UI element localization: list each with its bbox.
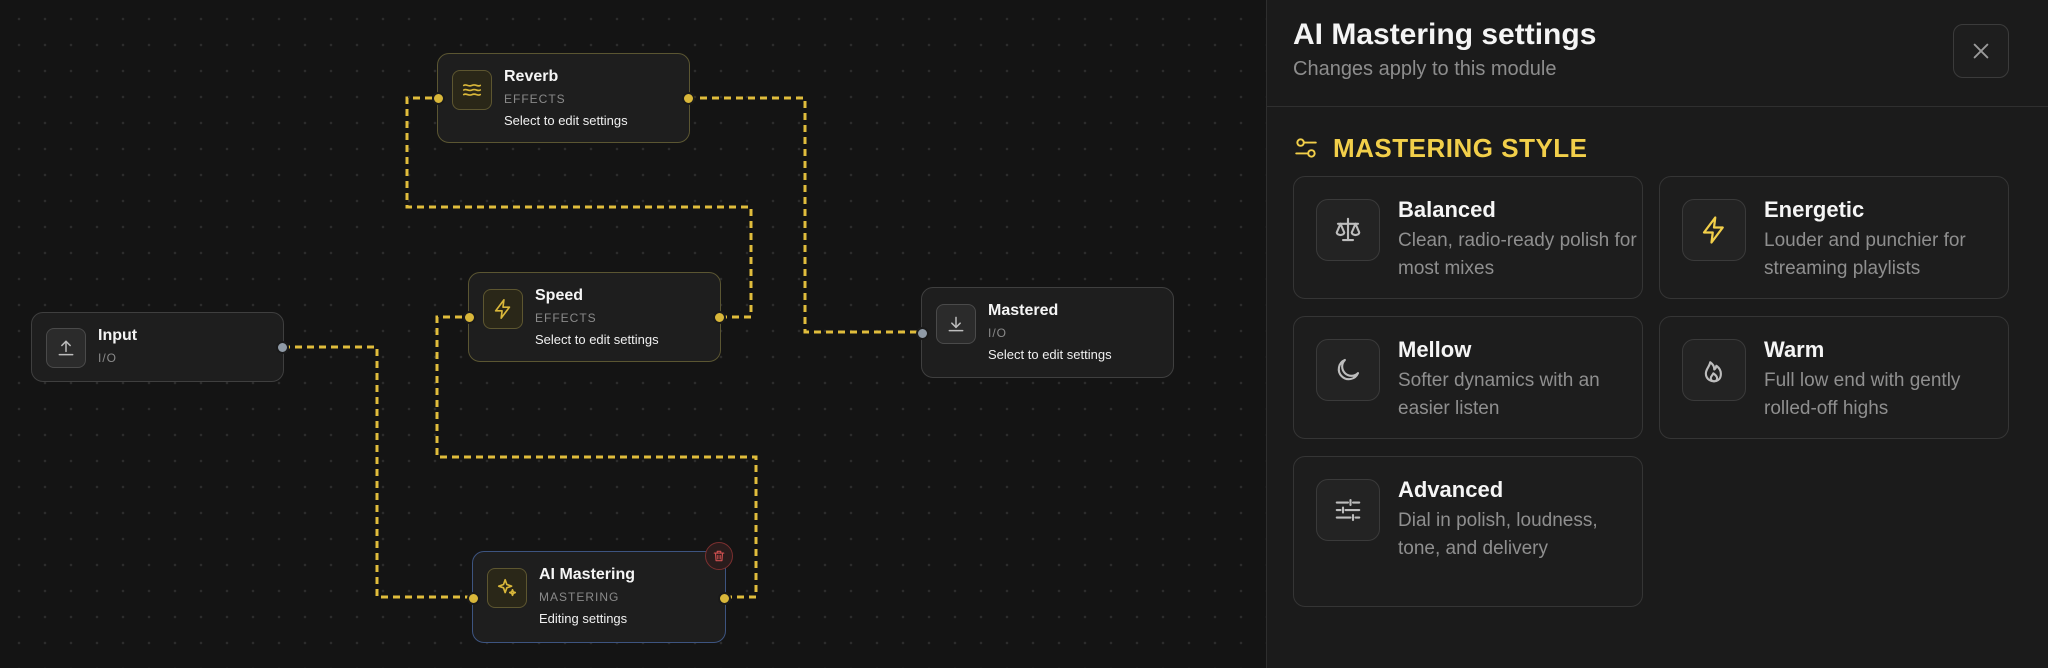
settings-panel: AI Mastering settings Changes apply to t… — [1266, 0, 2048, 668]
node-category: I/O — [98, 351, 118, 365]
style-description: Softer dynamics with an easier listen — [1398, 370, 1600, 419]
input-port[interactable] — [467, 592, 480, 605]
wire-reverb-to-mastered — [688, 96, 922, 334]
lightning-icon — [483, 289, 523, 329]
node-reverb[interactable]: Reverb EFFECTS Select to edit settings — [432, 53, 695, 143]
style-card-warm[interactable]: Warm Full low end with gently rolled-off… — [1659, 316, 2009, 439]
node-hint: Select to edit settings — [535, 332, 659, 347]
style-name: Advanced — [1398, 477, 1504, 502]
style-card-balanced[interactable]: Balanced Clean, radio-ready polish for m… — [1293, 176, 1643, 299]
node-title: Input — [98, 327, 138, 344]
node-ai-mastering[interactable]: AI Mastering MASTERING Editing settings — [467, 542, 733, 643]
delete-node-button[interactable] — [705, 542, 733, 570]
waves-icon — [452, 70, 492, 110]
section-title: MASTERING STYLE — [1333, 132, 1588, 163]
node-speed[interactable]: Speed EFFECTS Select to edit settings — [463, 272, 726, 362]
style-name: Mellow — [1398, 337, 1472, 362]
node-title: Mastered — [988, 302, 1059, 319]
flame-icon — [1682, 339, 1746, 401]
scale-icon — [1316, 199, 1380, 261]
output-port[interactable] — [713, 311, 726, 324]
node-hint: Editing settings — [539, 611, 628, 626]
sparkle-icon — [487, 568, 527, 608]
style-card-advanced[interactable]: Advanced Dial in polish, loudness, tone,… — [1293, 456, 1643, 607]
input-port[interactable] — [463, 311, 476, 324]
node-mastered[interactable]: Mastered I/O Select to edit settings — [916, 287, 1174, 378]
wire-input-to-ai-mastering — [283, 345, 473, 599]
node-canvas[interactable]: Reverb EFFECTS Select to edit settings S… — [0, 0, 1266, 668]
moon-icon — [1316, 339, 1380, 401]
upload-icon — [46, 328, 86, 368]
style-card-energetic[interactable]: Energetic Louder and punchier for stream… — [1659, 176, 2009, 299]
style-name: Warm — [1764, 337, 1825, 362]
output-port[interactable] — [276, 341, 289, 354]
node-category: MASTERING — [539, 590, 620, 604]
style-description: Full low end with gently rolled-off high… — [1764, 370, 1961, 419]
style-name: Balanced — [1398, 197, 1496, 222]
style-description: Clean, radio-ready polish for most mixes — [1398, 230, 1637, 279]
node-title: AI Mastering — [539, 566, 636, 583]
node-hint: Select to edit settings — [988, 347, 1112, 362]
node-title: Reverb — [504, 68, 559, 85]
panel-subtitle: Changes apply to this module — [1293, 58, 1557, 80]
node-category: I/O — [988, 326, 1008, 340]
input-port[interactable] — [432, 92, 445, 105]
style-description: Louder and punchier for streaming playli… — [1764, 230, 1966, 279]
output-port[interactable] — [718, 592, 731, 605]
sliders-icon — [1316, 479, 1380, 541]
input-port[interactable] — [916, 327, 929, 340]
style-description: Dial in polish, loudness, tone, and deli… — [1398, 510, 1598, 559]
lightning-icon — [1682, 199, 1746, 261]
style-name: Energetic — [1764, 197, 1865, 222]
node-input[interactable]: Input I/O — [31, 312, 289, 382]
download-icon — [936, 304, 976, 344]
output-port[interactable] — [682, 92, 695, 105]
mastering-style-header: MASTERING STYLE — [1293, 132, 1588, 164]
trash-icon — [713, 550, 725, 562]
style-card-mellow[interactable]: Mellow Softer dynamics with an easier li… — [1293, 316, 1643, 439]
panel-title: AI Mastering settings — [1293, 18, 1597, 51]
panel-header: AI Mastering settings Changes apply to t… — [1267, 0, 2048, 107]
node-category: EFFECTS — [535, 311, 597, 325]
node-title: Speed — [535, 287, 584, 304]
close-button[interactable] — [1953, 24, 2009, 78]
sliders-toggle-icon — [1295, 138, 1317, 158]
node-hint: Select to edit settings — [504, 113, 628, 128]
node-category: EFFECTS — [504, 92, 566, 106]
close-icon — [1973, 43, 1989, 59]
